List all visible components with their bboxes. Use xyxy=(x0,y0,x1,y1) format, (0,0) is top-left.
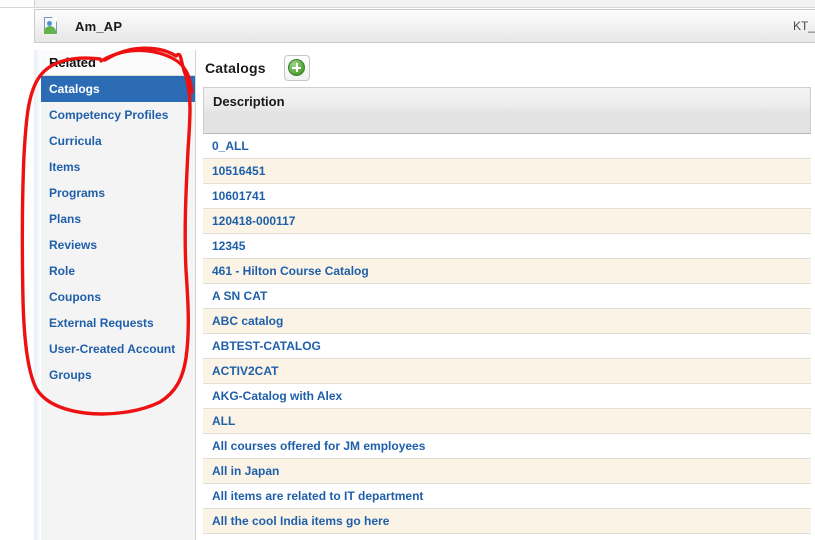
window-frame-top-inner xyxy=(34,0,815,7)
page-title: Am_AP xyxy=(75,18,123,34)
sidebar-item-competency-profiles[interactable]: Competency Profiles xyxy=(41,102,195,128)
sidebar-item-curricula[interactable]: Curricula xyxy=(41,128,195,154)
catalogs-table: Description 0_ALL 10516451 10601741 1204… xyxy=(203,87,811,540)
sidebar-item-role[interactable]: Role xyxy=(41,258,195,284)
user-document-icon xyxy=(43,17,61,35)
table-row[interactable]: A SN CAT xyxy=(203,284,811,309)
sidebar-header: Related xyxy=(41,50,195,76)
sidebar-item-catalogs[interactable]: Catalogs xyxy=(41,76,195,102)
table-row[interactable]: ALL xyxy=(203,409,811,434)
sidebar-item-external-requests[interactable]: External Requests xyxy=(41,310,195,336)
panel-header: Catalogs xyxy=(197,50,815,86)
catalogs-row-list: 0_ALL 10516451 10601741 120418-000117 12… xyxy=(203,134,811,534)
panel-title: Catalogs xyxy=(205,59,266,76)
table-row[interactable]: All in Japan xyxy=(203,459,811,484)
entity-title-bar: Am_AP KT_ xyxy=(34,9,815,43)
table-row[interactable]: ABC catalog xyxy=(203,309,811,334)
table-row[interactable]: ACTIV2CAT xyxy=(203,359,811,384)
left-gutter xyxy=(34,50,41,540)
table-row[interactable]: 10601741 xyxy=(203,184,811,209)
table-row[interactable]: 461 - Hilton Course Catalog xyxy=(203,259,811,284)
table-row[interactable]: 10516451 xyxy=(203,159,811,184)
table-row[interactable]: 12345 xyxy=(203,234,811,259)
related-sidebar: Related Catalogs Competency Profiles Cur… xyxy=(41,50,196,540)
table-row[interactable]: All items are related to IT department xyxy=(203,484,811,509)
body-region: Related Catalogs Competency Profiles Cur… xyxy=(34,50,815,540)
plus-circle-icon xyxy=(288,59,306,76)
app-screen: Am_AP KT_ Related Catalogs Competency Pr… xyxy=(0,0,815,540)
sidebar-item-items[interactable]: Items xyxy=(41,154,195,180)
sidebar-item-reviews[interactable]: Reviews xyxy=(41,232,195,258)
sidebar-item-programs[interactable]: Programs xyxy=(41,180,195,206)
table-row[interactable]: 0_ALL xyxy=(203,134,811,159)
add-catalog-button[interactable] xyxy=(283,54,310,81)
table-row[interactable]: All the cool India items go here xyxy=(203,509,811,534)
column-header-description[interactable]: Description xyxy=(203,87,811,134)
window-frame-top xyxy=(0,0,815,8)
sidebar-item-user-created-account[interactable]: User-Created Account xyxy=(41,336,195,362)
titlebar-right-label: KT_ xyxy=(792,19,815,33)
sidebar-item-plans[interactable]: Plans xyxy=(41,206,195,232)
sidebar-list: Catalogs Competency Profiles Curricula I… xyxy=(41,76,195,388)
sidebar-item-coupons[interactable]: Coupons xyxy=(41,284,195,310)
table-row[interactable]: All courses offered for JM employees xyxy=(203,434,811,459)
table-row[interactable]: 120418-000117 xyxy=(203,209,811,234)
table-row[interactable]: AKG-Catalog with Alex xyxy=(203,384,811,409)
sidebar-item-groups[interactable]: Groups xyxy=(41,362,195,388)
catalogs-panel: Catalogs Description 0_ALL 10516451 1060… xyxy=(197,50,815,540)
table-row[interactable]: ABTEST-CATALOG xyxy=(203,334,811,359)
